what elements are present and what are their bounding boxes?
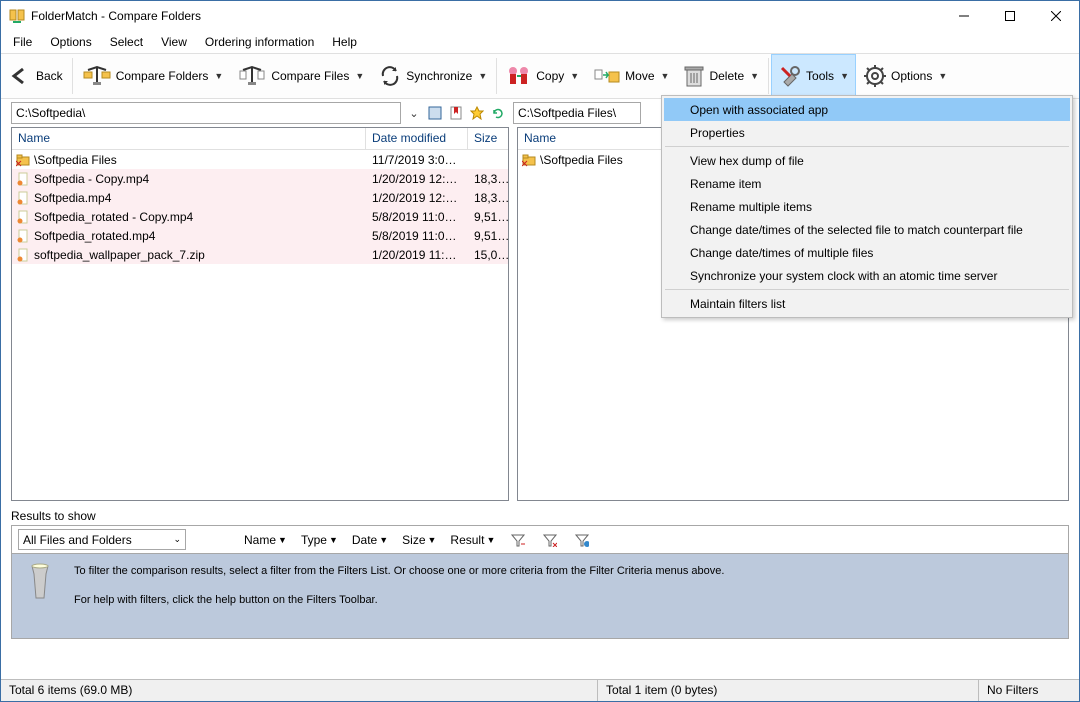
results-label: Results to show bbox=[11, 509, 1069, 525]
filter-date[interactable]: Date▼ bbox=[352, 533, 388, 547]
star-icon[interactable] bbox=[469, 102, 486, 124]
list-item[interactable]: Softpedia_rotated - Copy.mp45/8/2019 11:… bbox=[12, 207, 508, 226]
move-button[interactable]: Move ▼ bbox=[586, 54, 676, 98]
toolbar: Back Compare Folders ▼ Compare Files ▼ S… bbox=[1, 53, 1079, 99]
copy-icon bbox=[506, 64, 532, 88]
results-toolbar: All Files and Folders ⌄ Name▼ Type▼ Date… bbox=[11, 525, 1069, 553]
minimize-button[interactable] bbox=[941, 1, 987, 31]
menu-help[interactable]: Help bbox=[324, 33, 365, 51]
list-item[interactable]: Softpedia - Copy.mp41/20/2019 12:…18,3… bbox=[12, 169, 508, 188]
file-icon bbox=[16, 248, 30, 262]
menu-item[interactable]: Rename multiple items bbox=[664, 195, 1070, 218]
path-dropdown-button[interactable]: ⌄ bbox=[405, 102, 422, 124]
options-button[interactable]: Options ▼ bbox=[856, 54, 954, 98]
hint-text-2: For help with filters, click the help bu… bbox=[74, 591, 724, 610]
compare-folders-button[interactable]: Compare Folders ▼ bbox=[75, 54, 231, 98]
col-name[interactable]: Name bbox=[12, 128, 366, 149]
compare-folders-icon bbox=[82, 64, 112, 88]
titlebar: FolderMatch - Compare Folders bbox=[1, 1, 1079, 31]
hint-text-1: To filter the comparison results, select… bbox=[74, 562, 724, 581]
filter-name[interactable]: Name▼ bbox=[244, 533, 287, 547]
chevron-down-icon: ▼ bbox=[838, 71, 849, 81]
chevron-down-icon: ▼ bbox=[568, 71, 579, 81]
menu-item[interactable]: Change date/times of multiple files bbox=[664, 241, 1070, 264]
status-left: Total 6 items (69.0 MB) bbox=[1, 680, 598, 701]
menu-select[interactable]: Select bbox=[102, 33, 151, 51]
statusbar: Total 6 items (69.0 MB) Total 1 item (0 … bbox=[1, 679, 1079, 701]
left-pane-header: Name Date modified Size bbox=[12, 128, 508, 150]
bookmark-icon[interactable] bbox=[448, 102, 465, 124]
funnel-help-icon[interactable] bbox=[573, 531, 591, 549]
chevron-down-icon: ▼ bbox=[748, 71, 759, 81]
list-item[interactable]: softpedia_wallpaper_pack_7.zip1/20/2019 … bbox=[12, 245, 508, 264]
sync-icon bbox=[378, 64, 402, 88]
list-item[interactable]: Softpedia.mp41/20/2019 12:…18,3… bbox=[12, 188, 508, 207]
file-icon bbox=[16, 210, 30, 224]
funnel-icon[interactable] bbox=[509, 531, 527, 549]
left-path-input[interactable] bbox=[11, 102, 401, 124]
copy-button[interactable]: Copy ▼ bbox=[499, 54, 586, 98]
left-rows[interactable]: \Softpedia Files11/7/2019 3:0…Softpedia … bbox=[12, 150, 508, 500]
col-size[interactable]: Size bbox=[468, 128, 508, 149]
file-icon bbox=[16, 229, 30, 243]
close-button[interactable] bbox=[1033, 1, 1079, 31]
menu-item[interactable]: Rename item bbox=[664, 172, 1070, 195]
menu-item[interactable]: Properties bbox=[664, 121, 1070, 144]
menu-item[interactable]: Change date/times of the selected file t… bbox=[664, 218, 1070, 241]
trash-icon bbox=[683, 64, 705, 88]
menu-item[interactable]: Open with associated app bbox=[664, 98, 1070, 121]
list-item[interactable]: Softpedia_rotated.mp45/8/2019 11:0…9,51… bbox=[12, 226, 508, 245]
file-icon bbox=[16, 191, 30, 205]
refresh-icon[interactable] bbox=[490, 102, 507, 124]
delete-button[interactable]: Delete ▼ bbox=[676, 54, 766, 98]
window-title: FolderMatch - Compare Folders bbox=[31, 9, 941, 23]
funnel-clear-icon[interactable] bbox=[541, 531, 559, 549]
back-button[interactable]: Back bbox=[1, 54, 70, 98]
menu-item[interactable]: Maintain filters list bbox=[664, 292, 1070, 315]
filter-type[interactable]: Type▼ bbox=[301, 533, 338, 547]
folder-icon bbox=[522, 153, 536, 167]
save-icon[interactable] bbox=[427, 102, 444, 124]
chevron-down-icon: ▼ bbox=[212, 71, 223, 81]
flashlight-icon bbox=[24, 562, 56, 630]
status-filters: No Filters bbox=[979, 680, 1079, 701]
tools-icon bbox=[778, 64, 802, 88]
chevron-down-icon: ▼ bbox=[353, 71, 364, 81]
results-section: Results to show All Files and Folders ⌄ … bbox=[1, 507, 1079, 639]
file-icon bbox=[16, 172, 30, 186]
left-pane: Name Date modified Size \Softpedia Files… bbox=[11, 127, 509, 501]
app-icon bbox=[9, 8, 25, 24]
chevron-down-icon: ▼ bbox=[476, 71, 487, 81]
right-path-input[interactable] bbox=[513, 102, 641, 124]
folder-icon bbox=[16, 153, 30, 167]
back-icon bbox=[8, 64, 32, 88]
hint-box: To filter the comparison results, select… bbox=[11, 553, 1069, 639]
move-icon bbox=[593, 64, 621, 88]
tools-dropdown: Open with associated appProperties View h… bbox=[661, 95, 1073, 318]
menu-ordering[interactable]: Ordering information bbox=[197, 33, 322, 51]
gear-icon bbox=[863, 64, 887, 88]
synchronize-button[interactable]: Synchronize ▼ bbox=[371, 54, 494, 98]
col-date[interactable]: Date modified bbox=[366, 128, 468, 149]
menu-item[interactable]: View hex dump of file bbox=[664, 149, 1070, 172]
maximize-button[interactable] bbox=[987, 1, 1033, 31]
menu-options[interactable]: Options bbox=[42, 33, 99, 51]
menu-file[interactable]: File bbox=[5, 33, 40, 51]
filter-size[interactable]: Size▼ bbox=[402, 533, 436, 547]
menu-item[interactable]: Synchronize your system clock with an at… bbox=[664, 264, 1070, 287]
list-item[interactable]: \Softpedia Files11/7/2019 3:0… bbox=[12, 150, 508, 169]
compare-files-icon bbox=[237, 64, 267, 88]
filter-result[interactable]: Result▼ bbox=[450, 533, 495, 547]
menubar: File Options Select View Ordering inform… bbox=[1, 31, 1079, 53]
chevron-down-icon: ▼ bbox=[936, 71, 947, 81]
status-right: Total 1 item (0 bytes) bbox=[598, 680, 979, 701]
tools-button[interactable]: Tools ▼ bbox=[771, 54, 856, 98]
menu-view[interactable]: View bbox=[153, 33, 195, 51]
chevron-down-icon: ▼ bbox=[659, 71, 670, 81]
filter-select[interactable]: All Files and Folders ⌄ bbox=[18, 529, 186, 550]
compare-files-button[interactable]: Compare Files ▼ bbox=[230, 54, 371, 98]
